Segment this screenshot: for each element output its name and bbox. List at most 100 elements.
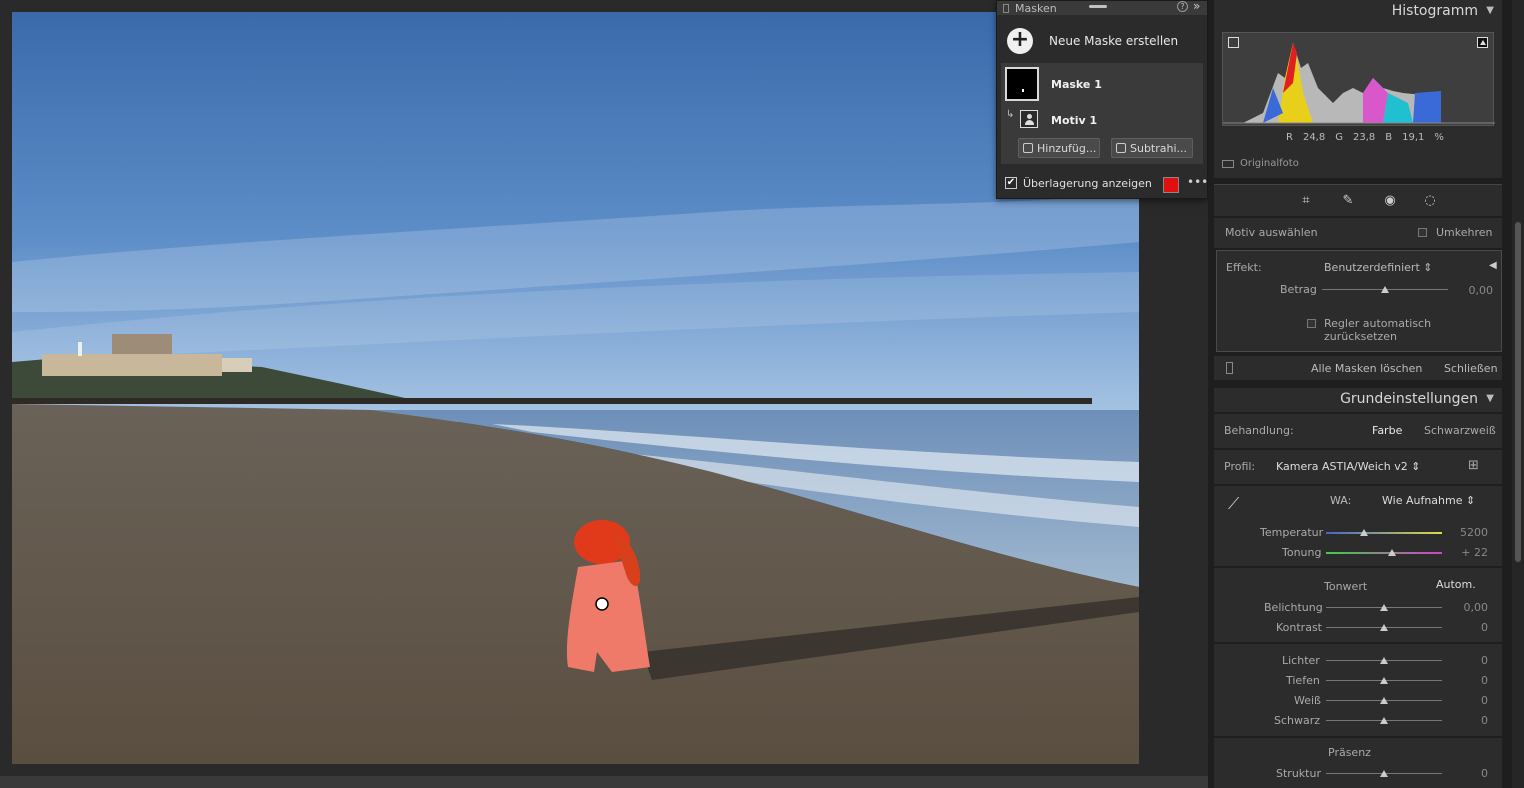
whites-knob[interactable] <box>1380 697 1388 704</box>
collapse-triangle-icon[interactable]: ▼ <box>1486 5 1494 16</box>
new-mask-row[interactable]: + Neue Maske erstellen <box>1007 27 1178 55</box>
blacks-knob[interactable] <box>1380 717 1388 724</box>
crop-icon[interactable]: ⌗ <box>1298 193 1314 209</box>
close-button[interactable]: Schließen <box>1444 362 1498 375</box>
exposure-value[interactable]: 0,00 <box>1450 601 1489 614</box>
delete-all-masks-button[interactable]: Alle Masken löschen <box>1311 362 1422 375</box>
treatment-label: Behandlung: <box>1224 424 1294 437</box>
effect-collapse-icon[interactable]: ◀ <box>1489 260 1497 271</box>
mask-icon[interactable]: ◌ <box>1422 193 1438 209</box>
select-subject-row: Motiv auswählen Umkehren <box>1214 218 1502 248</box>
add-mask-icon[interactable]: + <box>1007 28 1033 54</box>
profile-dropdown[interactable]: Kamera ASTIA/Weich v2 ⇕ <box>1276 460 1421 473</box>
histogram-header[interactable]: Histogramm ▼ <box>1214 0 1502 24</box>
amount-slider[interactable] <box>1322 286 1448 293</box>
overlay-checkbox[interactable]: ✔ <box>1005 177 1017 189</box>
temp-value[interactable]: 5200 <box>1450 526 1488 539</box>
basic-header[interactable]: Grundeinstellungen ▼ <box>1214 388 1502 412</box>
masks-panel: Masken ? » + Neue Maske erstellen Maske … <box>996 0 1208 199</box>
shadows-value[interactable]: 0 <box>1450 674 1488 687</box>
rgb-readout: R 24,8 G 23,8 B 19,1 % <box>1286 132 1444 143</box>
auto-tone-button[interactable]: Autom. <box>1436 578 1476 591</box>
r-value: 24,8 <box>1302 132 1326 143</box>
collapse-triangle-icon[interactable]: ▼ <box>1486 393 1494 404</box>
drag-handle[interactable] <box>1089 5 1107 8</box>
shadows-knob[interactable] <box>1380 677 1388 684</box>
help-icon[interactable]: ? <box>1177 1 1188 12</box>
submask-arrow-icon: ↳ <box>1006 109 1015 120</box>
redeye-icon[interactable]: ◉ <box>1382 193 1398 209</box>
exposure-slider[interactable] <box>1326 604 1442 611</box>
mask-name[interactable]: Maske 1 <box>1051 78 1102 91</box>
blacks-value[interactable]: 0 <box>1450 714 1488 727</box>
blacks-slider[interactable] <box>1326 717 1442 724</box>
panel-switch-icon[interactable] <box>1226 362 1233 374</box>
whites-value[interactable]: 0 <box>1450 694 1488 707</box>
contrast-value[interactable]: 0 <box>1450 621 1488 634</box>
highlight-clipping-icon[interactable] <box>1477 37 1488 48</box>
eyedropper-icon[interactable]: ⟋ <box>1228 494 1239 514</box>
panel-scrollbar[interactable] <box>1512 0 1524 788</box>
overlay-label: Überlagerung anzeigen <box>1023 176 1152 190</box>
contrast-knob[interactable] <box>1380 624 1388 631</box>
tint-knob[interactable] <box>1388 549 1396 556</box>
masks-panel-header[interactable]: Masken ? » <box>997 0 1207 15</box>
right-panel: Histogramm ▼ R 24,8 G 23,8 B 19,1 % Orig… <box>1208 0 1524 788</box>
shadow-clipping-icon[interactable] <box>1228 37 1239 48</box>
photo-preview[interactable] <box>12 12 1139 764</box>
beach-photo <box>12 12 1139 764</box>
new-mask-label[interactable]: Neue Maske erstellen <box>1049 34 1178 48</box>
highlights-value[interactable]: 0 <box>1450 654 1488 667</box>
tint-slider[interactable] <box>1326 549 1442 556</box>
invert-checkbox[interactable] <box>1418 228 1427 237</box>
submask-name[interactable]: Motiv 1 <box>1051 114 1097 127</box>
effect-dropdown[interactable]: Benutzerdefiniert ⇕ <box>1324 261 1432 274</box>
tone-label: Tonwert <box>1324 580 1368 593</box>
texture-value[interactable]: 0 <box>1450 767 1488 780</box>
amount-value[interactable]: 0,00 <box>1453 284 1494 297</box>
temp-slider[interactable] <box>1326 529 1442 536</box>
tint-label: Tonung <box>1282 546 1322 559</box>
shadows-label: Tiefen <box>1286 674 1320 687</box>
exposure-knob[interactable] <box>1380 604 1388 611</box>
subject-icon[interactable] <box>1020 110 1038 128</box>
auto-reset-checkbox[interactable] <box>1307 319 1316 328</box>
histogram-title: Histogramm <box>1391 3 1478 19</box>
select-subject-label[interactable]: Motiv auswählen <box>1225 226 1318 239</box>
lightroom-window: Masken ? » + Neue Maske erstellen Maske … <box>0 0 1524 788</box>
amount-knob[interactable] <box>1381 286 1389 293</box>
whites-slider[interactable] <box>1326 697 1442 704</box>
shadows-slider[interactable] <box>1326 677 1442 684</box>
texture-slider[interactable] <box>1326 770 1442 777</box>
texture-knob[interactable] <box>1380 770 1388 777</box>
wb-dropdown[interactable]: Wie Aufnahme ⇕ <box>1382 494 1475 507</box>
histogram[interactable] <box>1222 32 1495 126</box>
mask-pin <box>595 597 609 611</box>
highlights-slider[interactable] <box>1326 657 1442 664</box>
auto-reset-label: Regler automatisch zurücksetzen <box>1324 317 1432 343</box>
tint-value[interactable]: + 22 <box>1450 546 1488 559</box>
wb-label: WA: <box>1330 494 1352 507</box>
blacks-label: Schwarz <box>1274 714 1321 727</box>
exposure-label: Belichtung <box>1264 601 1323 614</box>
add-button[interactable]: Hinzufüg... <box>1018 138 1100 158</box>
collapse-icon[interactable]: » <box>1193 0 1200 13</box>
subtract-button[interactable]: Subtrahi... <box>1111 138 1193 158</box>
healing-icon[interactable]: ✎ <box>1340 193 1356 209</box>
basic-title: Grundeinstellungen <box>1340 391 1478 407</box>
treatment-bw-button[interactable]: Schwarzweiß <box>1424 424 1496 437</box>
more-options-icon[interactable]: ••• <box>1187 175 1208 189</box>
overlay-color-swatch[interactable] <box>1163 177 1179 193</box>
contrast-slider[interactable] <box>1326 624 1442 631</box>
tool-strip: ⌗ ✎ ◉ ◌ <box>1214 184 1502 216</box>
original-photo-label: Originalfoto <box>1240 158 1299 169</box>
temp-knob[interactable] <box>1360 529 1368 536</box>
profile-browser-icon[interactable]: ⊞ <box>1468 458 1488 474</box>
subtract-button-label: Subtrahi... <box>1130 141 1188 155</box>
original-photo-toggle[interactable]: Originalfoto <box>1222 158 1299 169</box>
highlights-knob[interactable] <box>1380 657 1388 664</box>
overlay-toggle[interactable]: ✔ Überlagerung anzeigen <box>1005 175 1152 191</box>
mask-thumbnail[interactable] <box>1005 67 1039 101</box>
treatment-color-button[interactable]: Farbe <box>1372 424 1402 437</box>
add-icon <box>1023 143 1033 153</box>
